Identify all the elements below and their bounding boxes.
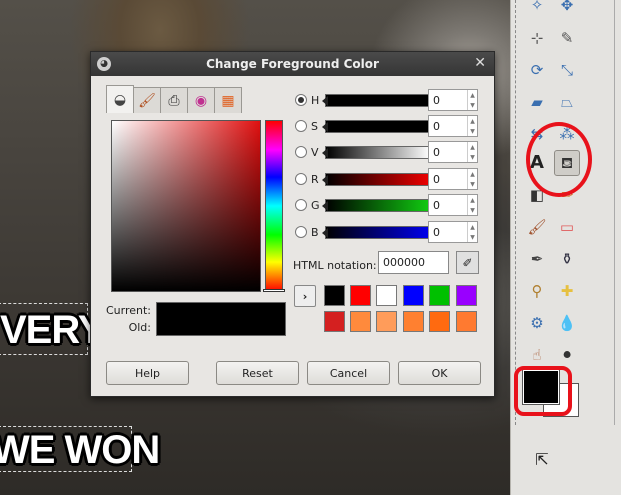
airbrush-tool-icon[interactable]: ✒ <box>524 246 550 272</box>
current-old-color-preview <box>156 302 286 336</box>
align-tool-icon[interactable]: ⊹ <box>524 25 550 51</box>
h-value[interactable]: 0 <box>429 94 467 107</box>
spin-arrows-icon[interactable]: ▲ ▼ <box>467 142 477 162</box>
v-slider[interactable] <box>322 145 431 159</box>
toolbox-panel: ✧ ✥ ⊹ ✎ ⟳ ⤡ ▰ ⏢ ⇆ ⁂ A ⛾ ◧ ✏ 🖌 ▭ ✒ ⚱ ⚲ ✚ … <box>510 0 621 495</box>
blur-tool-icon[interactable]: 💧 <box>554 310 580 336</box>
smudge-tool-icon[interactable]: ☝ <box>524 342 550 368</box>
scales-tab-icon[interactable]: ▦ <box>214 87 242 113</box>
slider-row-s[interactable]: S <box>295 115 431 137</box>
perspective-tool-icon[interactable]: ⏢ <box>554 89 580 115</box>
perspective-clone-tool-icon[interactable]: ⚙ <box>524 310 550 336</box>
history-swatch[interactable] <box>324 311 345 332</box>
slider-row-b[interactable]: B <box>295 221 431 243</box>
eraser-tool-icon[interactable]: ▭ <box>554 214 580 240</box>
meme-text-line-1: VERY <box>0 308 104 352</box>
gimp-selector-tab-icon[interactable]: ◒ <box>106 85 134 113</box>
h-slider[interactable] <box>322 93 431 107</box>
hue-strip[interactable] <box>263 120 285 292</box>
help-button[interactable]: Help <box>106 361 189 385</box>
b-radio[interactable] <box>295 226 307 238</box>
color-picker-icon[interactable]: ✐ <box>456 251 479 274</box>
wheel-tab-icon[interactable]: ◉ <box>187 87 215 113</box>
pointer-cursor-icon: ⇱ <box>535 450 549 469</box>
history-swatch[interactable] <box>403 311 424 332</box>
b-slider[interactable] <box>322 225 431 239</box>
meme-text-line-2: WE WON <box>0 428 160 472</box>
b-value[interactable]: 0 <box>429 226 467 239</box>
annotation-rectangle <box>514 366 572 416</box>
move-tool-icon[interactable]: ✥ <box>554 0 580 18</box>
scale-tool-icon[interactable]: ⤡ <box>554 57 580 83</box>
change-foreground-color-dialog: ◕ Change Foreground Color ✕ ◒ 🖌 ⎙ ◉ ▦ Cu… <box>90 51 495 397</box>
fuzzy-select-tool-icon[interactable]: ✧ <box>524 0 550 18</box>
toolbox-divider <box>515 0 516 425</box>
history-swatch[interactable] <box>403 285 424 306</box>
g-value[interactable]: 0 <box>429 199 467 212</box>
history-swatch[interactable] <box>376 285 397 306</box>
html-notation-label: HTML notation: <box>293 259 377 272</box>
rotate-tool-icon[interactable]: ⟳ <box>524 57 550 83</box>
ok-button[interactable]: OK <box>398 361 481 385</box>
spin-arrows-icon[interactable]: ▲ ▼ <box>467 116 477 136</box>
saturation-value-square[interactable] <box>111 120 261 292</box>
s-radio[interactable] <box>295 120 307 132</box>
toolbox-scrollbar-track <box>614 0 615 425</box>
paintbrush-tool-icon[interactable]: 🖌 <box>524 214 550 240</box>
slider-row-v[interactable]: V <box>295 141 431 163</box>
cmyk-tab-icon[interactable]: ⎙ <box>160 87 188 113</box>
spin-arrows-icon[interactable]: ▲ ▼ <box>467 222 477 242</box>
add-to-history-button[interactable]: › <box>294 285 316 307</box>
v-value[interactable]: 0 <box>429 146 467 159</box>
g-slider[interactable] <box>322 198 431 212</box>
ink-tool-icon[interactable]: ⚱ <box>554 246 580 272</box>
slider-row-h[interactable]: H <box>295 89 431 111</box>
r-value[interactable]: 0 <box>429 173 467 186</box>
history-swatch[interactable] <box>456 285 477 306</box>
history-swatch[interactable] <box>324 285 345 306</box>
history-swatch[interactable] <box>376 311 397 332</box>
shear-tool-icon[interactable]: ▰ <box>524 89 550 115</box>
gimp-app-icon: ◕ <box>97 57 111 71</box>
slider-row-r[interactable]: R <box>295 168 431 190</box>
r-slider[interactable] <box>322 172 431 186</box>
g-radio[interactable] <box>295 199 307 211</box>
history-swatch[interactable] <box>350 311 371 332</box>
annotation-circle <box>526 122 592 197</box>
path-tool-icon[interactable]: ✎ <box>554 25 580 51</box>
spin-arrows-icon[interactable]: ▲ ▼ <box>467 90 477 110</box>
dodge-burn-tool-icon[interactable]: ⚫ <box>554 342 580 368</box>
heal-tool-icon[interactable]: ✚ <box>554 278 580 304</box>
r-spinbutton[interactable]: 0 ▲ ▼ <box>428 168 478 190</box>
s-spinbutton[interactable]: 0 ▲ ▼ <box>428 115 478 137</box>
s-slider[interactable] <box>322 119 431 133</box>
spin-arrows-icon[interactable]: ▲ ▼ <box>467 169 477 189</box>
g-spinbutton[interactable]: 0 ▲ ▼ <box>428 194 478 216</box>
cancel-button[interactable]: Cancel <box>307 361 390 385</box>
h-radio[interactable] <box>295 94 307 106</box>
slider-row-g[interactable]: G <box>295 194 431 216</box>
close-icon[interactable]: ✕ <box>474 55 486 71</box>
s-value[interactable]: 0 <box>429 120 467 133</box>
v-radio[interactable] <box>295 146 307 158</box>
dialog-title: Change Foreground Color <box>206 57 379 71</box>
hue-marker[interactable] <box>263 289 285 292</box>
history-swatch[interactable] <box>350 285 371 306</box>
color-selector-tabs: ◒ 🖌 ⎙ ◉ ▦ <box>106 85 242 113</box>
b-spinbutton[interactable]: 0 ▲ ▼ <box>428 221 478 243</box>
reset-button[interactable]: Reset <box>216 361 299 385</box>
dialog-titlebar[interactable]: ◕ Change Foreground Color ✕ <box>91 52 494 76</box>
v-spinbutton[interactable]: 0 ▲ ▼ <box>428 141 478 163</box>
current-label: Current: <box>105 304 151 317</box>
h-spinbutton[interactable]: 0 ▲ ▼ <box>428 89 478 111</box>
spin-arrows-icon[interactable]: ▲ ▼ <box>467 195 477 215</box>
history-swatch[interactable] <box>429 285 450 306</box>
clone-tool-icon[interactable]: ⚲ <box>524 278 550 304</box>
r-radio[interactable] <box>295 173 307 185</box>
history-swatch[interactable] <box>456 311 477 332</box>
old-label: Old: <box>128 321 151 334</box>
html-notation-input[interactable]: 000000 <box>378 251 449 274</box>
history-swatch[interactable] <box>429 311 450 332</box>
watercolor-tab-icon[interactable]: 🖌 <box>133 87 161 113</box>
